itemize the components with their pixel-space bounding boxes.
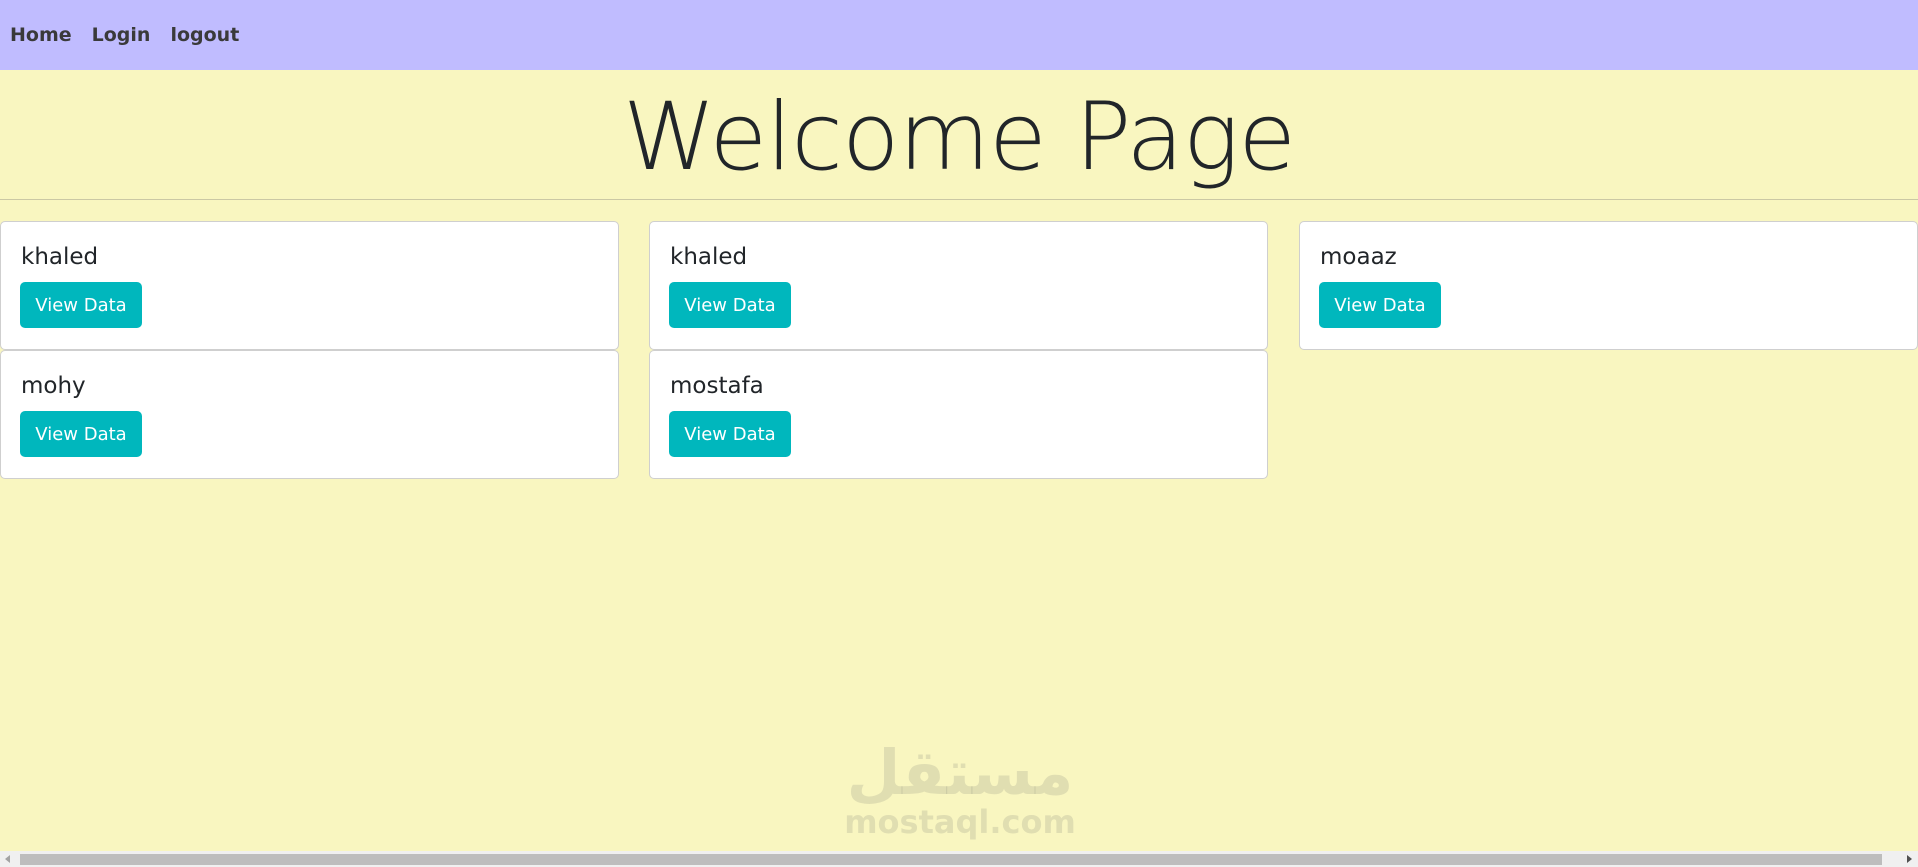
scroll-right-arrow-icon[interactable] [1901, 851, 1918, 867]
nav-login-link[interactable]: Login [92, 25, 151, 45]
page-title: Welcome Page [622, 83, 1296, 192]
watermark-text: mostaql.com [844, 803, 1076, 841]
user-card: khaled View Data [649, 221, 1268, 350]
horizontal-scrollbar[interactable] [0, 851, 1918, 867]
user-name: moaaz [1320, 244, 1397, 270]
user-card: moaaz View Data [1299, 221, 1918, 350]
view-data-button[interactable]: View Data [1319, 282, 1441, 328]
nav-home-link[interactable]: Home [10, 25, 72, 45]
view-data-button[interactable]: View Data [669, 411, 791, 457]
scrollbar-thumb[interactable] [20, 854, 1882, 865]
title-divider [0, 199, 1918, 200]
watermark-logo: مستقل [846, 736, 1074, 809]
nav-logout-link[interactable]: logout [170, 25, 239, 45]
user-card: mostafa View Data [649, 350, 1268, 479]
mostaql-watermark: مستقل mostaql.com [840, 736, 1080, 841]
view-data-button[interactable]: View Data [20, 282, 142, 328]
view-data-button[interactable]: View Data [20, 411, 142, 457]
user-card: mohy View Data [0, 350, 619, 479]
navbar: Home Login logout [0, 0, 1918, 70]
user-name: mostafa [670, 373, 764, 399]
user-name: khaled [21, 244, 99, 270]
user-card: khaled View Data [0, 221, 619, 350]
user-name: mohy [21, 373, 86, 399]
user-name: khaled [670, 244, 748, 270]
view-data-button[interactable]: View Data [669, 282, 791, 328]
scroll-left-arrow-icon[interactable] [0, 851, 17, 867]
page: Home Login logout Welcome Page khaled Vi… [0, 0, 1918, 867]
